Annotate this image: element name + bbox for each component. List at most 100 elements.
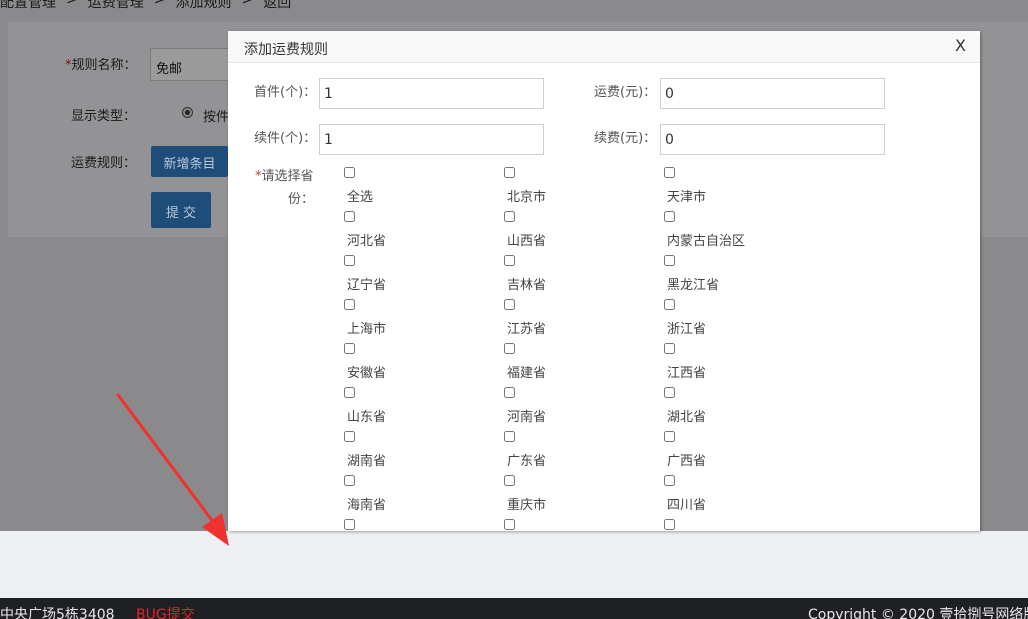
breadcrumb-item-config[interactable]: 配置管理 <box>0 0 56 12</box>
arrow-shaft <box>116 393 219 529</box>
extra-item-label: 续件(个)： <box>254 131 317 146</box>
province-label-line1: *请选择省 <box>255 165 325 188</box>
breadcrumb: 配置管理 > 运费管理 > 添加规则 > 返回 <box>0 0 291 12</box>
province-option[interactable]: 江西省 <box>664 343 824 387</box>
province-name: 山西省 <box>507 234 547 249</box>
province-checkbox[interactable] <box>504 167 515 178</box>
province-name: 天津市 <box>667 190 707 205</box>
breadcrumb-separator: > <box>153 0 166 8</box>
province-option[interactable] <box>504 519 664 531</box>
province-option[interactable]: 山西省 <box>504 211 664 255</box>
province-option[interactable]: 湖北省 <box>664 387 824 431</box>
province-checkbox[interactable] <box>664 431 675 442</box>
province-checkbox[interactable] <box>344 299 355 310</box>
province-option[interactable]: 全选 <box>344 167 504 211</box>
rule-name-input[interactable]: 免邮 <box>150 48 240 81</box>
page-lower-area <box>0 531 1028 598</box>
province-option[interactable] <box>664 519 824 531</box>
province-checkbox[interactable] <box>504 519 515 530</box>
province-checkbox[interactable] <box>664 211 675 222</box>
province-checkbox[interactable] <box>344 343 355 354</box>
province-checkbox[interactable] <box>344 431 355 442</box>
province-option[interactable]: 吉林省 <box>504 255 664 299</box>
province-checkbox[interactable] <box>504 211 515 222</box>
province-name: 重庆市 <box>507 498 547 513</box>
province-checkbox[interactable] <box>664 255 675 266</box>
bug-report-link[interactable]: BUG提交 <box>136 604 195 619</box>
province-checkbox[interactable] <box>344 255 355 266</box>
close-icon[interactable]: X <box>955 36 966 56</box>
footer-copyright: Copyright © 2020 壹拾捌号网络版 <box>808 607 1028 619</box>
extra-item-input[interactable] <box>319 124 544 155</box>
province-option[interactable]: 海南省 <box>344 475 504 519</box>
modal-header: 添加运费规则 X <box>228 31 980 63</box>
province-name: 四川省 <box>667 498 707 513</box>
province-option[interactable]: 江苏省 <box>504 299 664 343</box>
province-name: 广西省 <box>667 454 707 469</box>
province-checkbox[interactable] <box>344 519 355 530</box>
province-name: 河南省 <box>507 410 547 425</box>
province-checkbox[interactable] <box>344 475 355 486</box>
first-item-input[interactable] <box>319 78 544 109</box>
province-option[interactable]: 辽宁省 <box>344 255 504 299</box>
breadcrumb-item-back[interactable]: 返回 <box>263 0 291 12</box>
rule-name-label: *规则名称： <box>65 54 137 73</box>
province-option[interactable] <box>344 519 504 531</box>
province-checkbox[interactable] <box>504 387 515 398</box>
province-option[interactable]: 内蒙古自治区 <box>664 211 824 255</box>
province-name: 吉林省 <box>507 278 547 293</box>
province-name: 北京市 <box>507 190 547 205</box>
extra-fee-label: 续费(元)： <box>594 131 657 146</box>
province-checkbox[interactable] <box>664 475 675 486</box>
province-name: 福建省 <box>507 366 547 381</box>
province-name: 安徽省 <box>347 366 387 381</box>
province-name: 全选 <box>347 190 374 205</box>
add-freight-rule-modal: 添加运费规则 X 首件(个)： 运费(元)： 续件(个)： 续费(元)： *请选… <box>228 31 980 531</box>
submit-button[interactable]: 提 交 <box>151 192 211 228</box>
province-checkbox[interactable] <box>504 475 515 486</box>
province-option[interactable]: 黑龙江省 <box>664 255 824 299</box>
province-option[interactable]: 安徽省 <box>344 343 504 387</box>
province-name: 辽宁省 <box>347 278 387 293</box>
province-option[interactable]: 福建省 <box>504 343 664 387</box>
province-name: 湖南省 <box>347 454 387 469</box>
province-option[interactable]: 四川省 <box>664 475 824 519</box>
add-entry-button[interactable]: 新增条目 <box>151 146 228 177</box>
breadcrumb-item-freight[interactable]: 运费管理 <box>88 0 144 12</box>
province-checkbox[interactable] <box>504 299 515 310</box>
freight-input[interactable] <box>660 78 885 109</box>
display-type-radio[interactable] <box>182 107 193 118</box>
province-option[interactable]: 河南省 <box>504 387 664 431</box>
province-checkbox[interactable] <box>664 519 675 530</box>
province-checkbox[interactable] <box>504 343 515 354</box>
extra-fee-input[interactable] <box>660 124 885 155</box>
province-option[interactable]: 上海市 <box>344 299 504 343</box>
province-checkbox[interactable] <box>504 255 515 266</box>
footer-address: 中央广场5栋3408 <box>0 607 115 619</box>
footer: 中央广场5栋3408 BUG提交 Copyright © 2020 壹拾捌号网络… <box>0 598 1028 619</box>
province-option[interactable]: 广东省 <box>504 431 664 475</box>
province-checkbox[interactable] <box>504 431 515 442</box>
province-label-line2: 份： <box>288 192 315 207</box>
province-option[interactable]: 山东省 <box>344 387 504 431</box>
province-option[interactable]: 广西省 <box>664 431 824 475</box>
province-option[interactable]: 北京市 <box>504 167 664 211</box>
province-checkbox[interactable] <box>664 343 675 354</box>
first-item-label: 首件(个)： <box>254 85 317 100</box>
province-name: 河北省 <box>347 234 387 249</box>
province-checkbox[interactable] <box>664 299 675 310</box>
province-option[interactable]: 浙江省 <box>664 299 824 343</box>
province-name: 广东省 <box>507 454 547 469</box>
province-label-text: 请选择省 <box>261 169 314 184</box>
province-name: 浙江省 <box>667 322 707 337</box>
province-option[interactable]: 河北省 <box>344 211 504 255</box>
province-checkbox[interactable] <box>664 387 675 398</box>
province-option[interactable]: 湖南省 <box>344 431 504 475</box>
province-checkbox[interactable] <box>344 387 355 398</box>
province-option[interactable]: 天津市 <box>664 167 824 211</box>
province-checkbox[interactable] <box>664 167 675 178</box>
display-type-label: 显示类型： <box>71 109 137 124</box>
province-option[interactable]: 重庆市 <box>504 475 664 519</box>
province-checkbox[interactable] <box>344 211 355 222</box>
province-checkbox[interactable] <box>344 167 355 178</box>
